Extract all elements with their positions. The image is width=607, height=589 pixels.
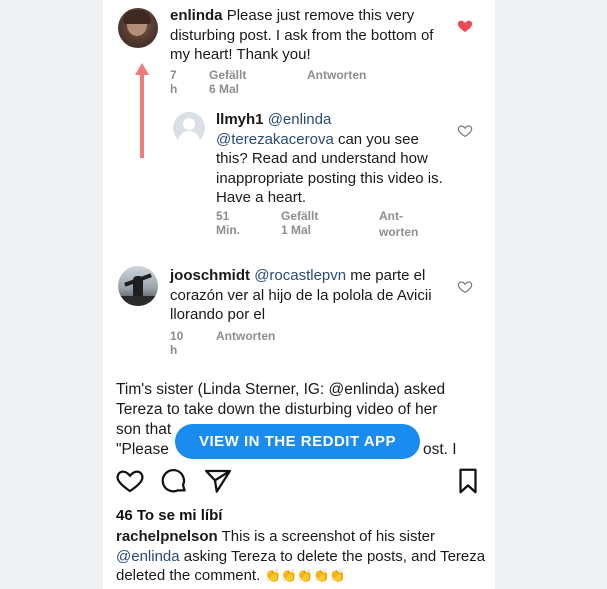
comment-bubble-icon[interactable] <box>159 466 189 496</box>
comment-username[interactable]: llmyh1 <box>216 111 264 128</box>
mention-link[interactable]: @terezakacerova <box>216 131 334 148</box>
avatar[interactable] <box>118 8 158 48</box>
clapping-emoji: 👏👏👏👏👏 <box>264 568 346 583</box>
comment-time: 10 h <box>170 329 184 357</box>
view-in-reddit-app-button[interactable]: VIEW IN THE REDDIT APP <box>175 424 420 459</box>
avatar[interactable] <box>118 266 158 306</box>
heart-outline-icon[interactable] <box>457 279 473 295</box>
comment-username[interactable]: jooschmidt <box>170 267 250 284</box>
mention-link[interactable]: @enlinda <box>268 111 332 128</box>
reply-button[interactable]: Antworten <box>307 68 366 82</box>
caption-line: "Please <box>116 441 169 458</box>
reply-button[interactable]: worten <box>379 225 418 239</box>
like-heart-icon[interactable] <box>115 466 145 496</box>
bookmark-icon[interactable] <box>453 466 483 496</box>
post-screenshot: enlinda Please just remove this very dis… <box>103 0 495 589</box>
heart-outline-icon[interactable] <box>457 123 473 139</box>
share-send-icon[interactable] <box>203 466 233 496</box>
reply-button[interactable]: Antworten <box>216 329 275 343</box>
caption-line: ost. I <box>423 441 457 458</box>
reply-button[interactable]: Ant- <box>379 209 403 223</box>
post-caption: rachelpnelson This is a screenshot of hi… <box>116 527 488 586</box>
caption-line: Tim's sister (Linda Sterner, IG: @enlind… <box>116 381 446 398</box>
comment-likes[interactable]: Gefällt 6 Mal <box>209 68 246 96</box>
caption-text: asking Tereza to delete the posts, and <box>183 547 437 565</box>
mention-link[interactable]: @enlinda <box>116 548 180 565</box>
avatar[interactable] <box>173 112 205 144</box>
arrow-annotation-icon <box>135 63 149 158</box>
comment-username[interactable]: enlinda <box>170 7 223 24</box>
comment-likes[interactable]: Gefällt 1 Mal <box>281 209 318 237</box>
caption-line: Tereza to take down the disturbing video… <box>116 401 438 418</box>
heart-icon[interactable] <box>457 18 473 34</box>
caption-text: This is a screenshot of his sister <box>221 528 436 545</box>
comment-time: 51 Min. <box>216 209 240 237</box>
caption-username[interactable]: rachelpnelson <box>116 528 218 545</box>
caption-line: son that <box>116 421 172 438</box>
mention-link[interactable]: @rocastlepvn <box>254 267 346 284</box>
likes-count[interactable]: 46 To se mi líbí <box>116 507 222 524</box>
comment-time: 7 h <box>170 68 178 96</box>
